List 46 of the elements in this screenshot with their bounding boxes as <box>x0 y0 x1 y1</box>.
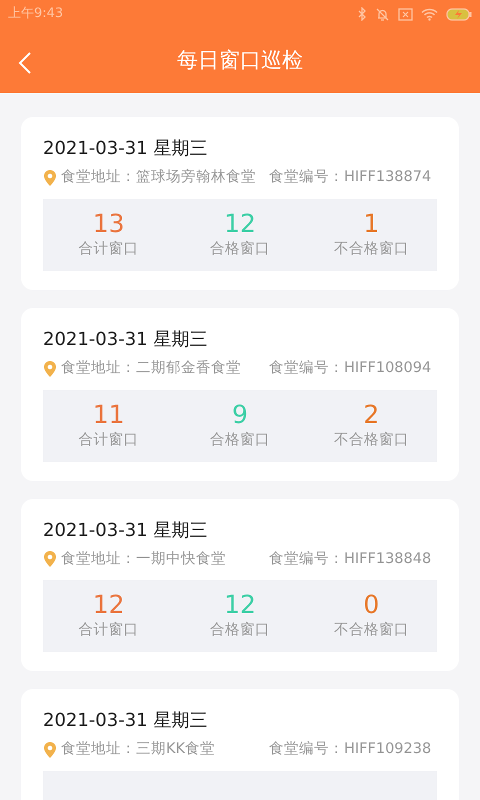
stat-value: 12 <box>223 590 257 620</box>
location-pin-icon <box>43 741 57 760</box>
sim-icon <box>398 8 413 20</box>
stat-label: 合计窗口 <box>78 620 140 640</box>
stat-label: 合计窗口 <box>78 240 140 259</box>
record-date: 2021-03-31 星期三 <box>43 518 208 542</box>
canteen-code: 食堂编号：HIFF138848 <box>269 550 432 568</box>
record-date: 2021-03-31 星期三 <box>43 328 208 352</box>
canteen-address: 食堂地址：三期KK食堂 <box>61 740 216 760</box>
stat-value: 12 <box>223 208 257 239</box>
record-card[interactable]: 2021-03-31 星期三 食堂地址：篮球场旁翰林食堂 食堂编号：HIFF138874 13 合计窗口 12 合格窗口 1 不合格窗口 <box>21 117 459 290</box>
record-card[interactable]: 2021-03-31 星期三 食堂地址：三期KK食堂 食堂编号：HIFF109238 <box>21 689 459 800</box>
status-time: 上午9:43 <box>8 5 64 24</box>
bluetooth-icon <box>358 7 367 21</box>
stat-label: 合格窗口 <box>208 430 271 450</box>
canteen-code: 食堂编号：HIFF108094 <box>269 358 432 378</box>
battery-icon <box>446 8 472 20</box>
back-icon <box>18 50 32 75</box>
stat-value: 1 <box>362 208 380 239</box>
stat-value: 12 <box>92 590 126 620</box>
page-title: 每日窗口巡检 <box>177 46 303 74</box>
stat-value: 13 <box>92 208 126 239</box>
record-card[interactable]: 2021-03-31 星期三 食堂地址：一期中快食堂 食堂编号：HIFF138848 12 合计窗口 12 合格窗口 0 不合格窗口 <box>21 498 459 672</box>
location-pin-icon <box>43 550 57 568</box>
record-date: 2021-03-31 星期三 <box>43 137 208 161</box>
stat-value: 2 <box>362 400 380 430</box>
canteen-code: 食堂编号：HIFF109238 <box>269 740 432 760</box>
canteen-code: 食堂编号：HIFF138874 <box>269 168 432 187</box>
stat-label: 不合格窗口 <box>332 620 410 640</box>
stat-label: 不合格窗口 <box>332 430 410 450</box>
stat-label: 合格窗口 <box>208 240 271 259</box>
stat-label: 不合格窗口 <box>332 240 410 259</box>
canteen-address: 食堂地址：二期郁金香食堂 <box>61 358 242 378</box>
record-date: 2021-03-31 星期三 <box>43 709 208 734</box>
canteen-address: 食堂地址：一期中快食堂 <box>61 550 227 568</box>
stat-value: 9 <box>231 400 249 430</box>
stat-label: 合计窗口 <box>78 430 140 450</box>
mute-icon <box>375 6 390 22</box>
canteen-address: 食堂地址：篮球场旁翰林食堂 <box>61 168 257 187</box>
stat-value: 11 <box>92 400 126 430</box>
stat-label: 合格窗口 <box>208 620 271 640</box>
stat-value: 0 <box>362 590 380 620</box>
location-pin-icon <box>43 360 57 378</box>
wifi-icon <box>421 8 438 20</box>
record-card[interactable]: 2021-03-31 星期三 食堂地址：二期郁金香食堂 食堂编号：HIFF108094 11 合计窗口 9 合格窗口 2 不合格窗口 <box>21 308 459 480</box>
location-pin-icon <box>43 168 57 187</box>
